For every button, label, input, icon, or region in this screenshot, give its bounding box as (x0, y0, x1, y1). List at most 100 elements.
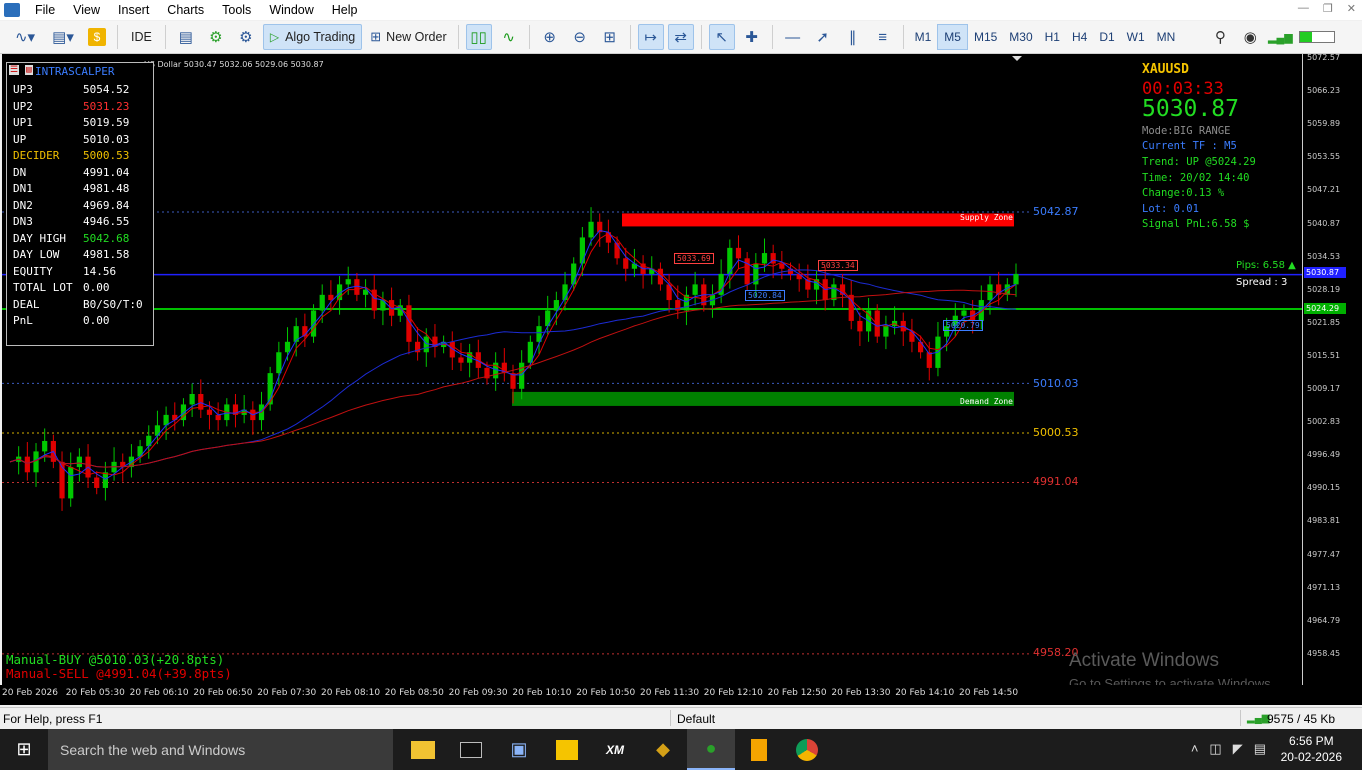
info-row-up1: UP1 5019.59 (13, 116, 153, 132)
menu-tools[interactable]: Tools (213, 0, 260, 20)
price-axis[interactable]: 5072.57 5066.23 5059.89 5053.55 5047.21 5040.… (1302, 53, 1362, 685)
java-app-icon[interactable] (735, 729, 783, 770)
database-icon[interactable]: ▤ (173, 24, 199, 50)
taskbar-clock[interactable]: 6:56 PM 20-02-2026 (1281, 733, 1342, 765)
menu-view[interactable]: View (64, 0, 109, 20)
dollar-icon[interactable]: $ (84, 24, 110, 50)
chrome-icon[interactable] (783, 729, 831, 770)
candle-body (761, 253, 768, 264)
windows-start-icon[interactable]: ⊞ (0, 729, 48, 770)
chevron-up-icon[interactable]: ˄ (1191, 741, 1199, 757)
status-divider (1240, 710, 1241, 726)
timeframe-m15[interactable]: M15 (968, 24, 1003, 50)
candle-body (310, 310, 317, 337)
supply-zone (622, 213, 1014, 227)
timeframe-w1[interactable]: W1 (1121, 24, 1151, 50)
line-mode-icon[interactable]: ∿ (496, 24, 522, 50)
trend-line-icon[interactable]: ➚ (810, 24, 836, 50)
candle-body (284, 341, 291, 353)
close-icon[interactable]: ✕ (1347, 2, 1356, 15)
line-chart-dropdown-icon[interactable]: ∿▾ (8, 24, 42, 50)
metatrader-active-icon[interactable]: ● (687, 729, 735, 770)
candles-icon[interactable]: ▯▯ (465, 24, 492, 50)
timeframe-mn[interactable]: MN (1151, 24, 1182, 50)
restore-icon[interactable]: ❐ (1323, 2, 1333, 15)
ide-button[interactable]: IDE (125, 24, 158, 50)
gear-icon[interactable]: ⚙ (233, 24, 259, 50)
metatrader-icon[interactable]: ◆ (639, 729, 687, 770)
price-axis-label: 5021.85 (1307, 317, 1341, 327)
traffic-text: 9575 / 45 Kb (1267, 711, 1336, 726)
wifi-icon[interactable]: ◤ (1233, 741, 1243, 757)
help-text: For Help, press F1 (3, 711, 103, 726)
algo-trading-button[interactable]: ▷ Algo Trading (262, 24, 363, 50)
new-order-button[interactable]: ⊞ New Order (366, 24, 450, 50)
chart-type-dropdown-icon[interactable]: ▤▾ (46, 24, 80, 50)
crosshair-icon[interactable]: ✚ (739, 24, 765, 50)
fibonacci-icon[interactable]: ≡ (870, 24, 896, 50)
info-row-up: UP 5010.03 (13, 133, 153, 149)
taskbar-search-box[interactable]: Search the web and Windows (48, 729, 393, 770)
xm-icon[interactable]: XM (591, 729, 639, 770)
search-icon[interactable]: ⚲ (1207, 24, 1233, 50)
info-row-value: 5000.53 (83, 149, 130, 162)
file-explorer-icon[interactable] (399, 729, 447, 770)
candle-body (328, 294, 334, 301)
timeframe-m1[interactable]: M1 (909, 24, 938, 50)
clock-time: 6:56 PM (1288, 734, 1334, 748)
control-panel-icon[interactable]: ▣ (495, 729, 543, 770)
menu-insert[interactable]: Insert (109, 0, 158, 20)
candle-body (319, 294, 325, 311)
info-row-value: 14.56 (83, 264, 117, 278)
menu-help[interactable]: Help (323, 0, 367, 20)
mode-label: Mode:BIG RANGE (1142, 125, 1231, 137)
zoom-in-icon[interactable]: ⊕ (537, 24, 563, 50)
price-chart[interactable] (2, 54, 1302, 685)
cursor-icon[interactable]: ↖ (708, 24, 735, 50)
time-axis[interactable]: 20 Feb 2026 20 Feb 05:30 20 Feb 06:10 20 Fe… (0, 685, 1362, 705)
timeframe-d1[interactable]: D1 (1093, 24, 1120, 50)
info-row-value: 5010.03 (83, 132, 130, 146)
candle-body (102, 472, 108, 488)
timeframe-h1[interactable]: H1 (1039, 24, 1066, 50)
timeframe-m5[interactable]: M5 (937, 24, 968, 50)
price-axis-label: 5009.17 (1307, 384, 1341, 393)
candle-body (857, 320, 863, 332)
price-axis-label: 5059.89 (1307, 119, 1341, 129)
channel-icon[interactable]: ∥ (840, 24, 866, 50)
horizontal-line-icon[interactable]: — (780, 24, 806, 50)
info-row-value: 5019.59 (83, 116, 130, 129)
price-axis-label: 5028.19 (1307, 284, 1341, 294)
notifications-icon[interactable]: ▤ (1254, 741, 1266, 757)
minimize-icon[interactable]: — (1298, 2, 1309, 15)
grid-icon[interactable]: ⊞ (597, 24, 623, 50)
candle-body (926, 352, 932, 368)
change-label: Change:0.13 % (1142, 187, 1225, 199)
network-icon[interactable]: ◫ (1209, 741, 1221, 757)
auto-scroll-icon[interactable]: ↦ (637, 24, 664, 50)
panel-list-icon[interactable]: ☰ (9, 65, 20, 75)
panel-close-icon[interactable]: ▤ (25, 65, 33, 75)
status-divider (670, 710, 671, 726)
menu-window[interactable]: Window (260, 0, 322, 20)
candle-body (519, 362, 525, 389)
account-icon[interactable]: ◉ (1237, 24, 1263, 50)
chart-shift-icon[interactable]: ⇄ (667, 24, 694, 50)
zoom-out-icon[interactable]: ⊖ (567, 24, 593, 50)
timeframe-m30[interactable]: M30 (1003, 24, 1038, 50)
toolbar-divider (164, 25, 166, 49)
menu-charts[interactable]: Charts (158, 0, 213, 20)
menu-file[interactable]: File (26, 0, 64, 20)
toolbar-divider (700, 25, 702, 49)
exness-icon[interactable] (543, 729, 591, 770)
info-row-key: DEAL (13, 297, 40, 311)
cmd-icon[interactable] (447, 729, 495, 770)
candle-body (76, 456, 82, 468)
signal-strength-icon[interactable]: ▂▄▆ (1267, 24, 1293, 50)
price-axis-label: 5015.51 (1307, 350, 1341, 360)
time-axis-label: 20 Feb 14:10 (895, 688, 955, 698)
settings-gear-green-icon[interactable]: ⚙ (203, 24, 229, 50)
chart-area[interactable]: US Dollar 5030.47 5032.06 5029.06 5030.8… (2, 54, 1302, 685)
taskbar-apps: ▣ XM ◆ ● (399, 729, 831, 770)
timeframe-h4[interactable]: H4 (1066, 24, 1093, 50)
